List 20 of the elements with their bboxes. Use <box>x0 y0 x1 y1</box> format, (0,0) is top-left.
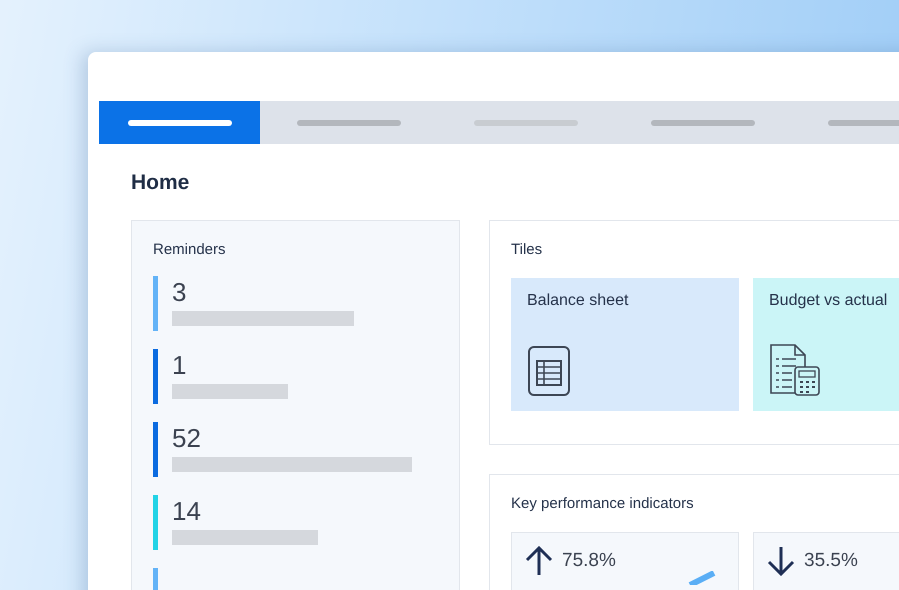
reminder-count: 3 <box>172 276 188 308</box>
panel-title: Tiles <box>511 241 544 258</box>
sparkline <box>688 571 718 585</box>
table-icon <box>527 345 571 397</box>
arrow-up-icon <box>524 545 554 577</box>
reminder-count: 52 <box>172 422 202 454</box>
tile-label: Budget vs actual <box>769 292 888 310</box>
panel-title: Key performance indicators <box>511 495 695 512</box>
reminder-count: 1 <box>172 349 188 381</box>
document-calculator-icon <box>769 343 821 397</box>
tab[interactable] <box>99 101 260 144</box>
page-title: Home <box>131 171 190 195</box>
reminder-count: 14 <box>172 495 202 527</box>
panel-title: Reminders <box>153 241 227 258</box>
tile-label: Balance sheet <box>527 292 628 310</box>
report-tile[interactable]: Budget vs actual <box>753 278 899 411</box>
kpi-value: 75.8% <box>562 550 616 572</box>
arrow-down-icon <box>766 545 796 577</box>
kpi-value: 35.5% <box>804 550 858 572</box>
report-tile[interactable]: Balance sheet <box>511 278 739 411</box>
